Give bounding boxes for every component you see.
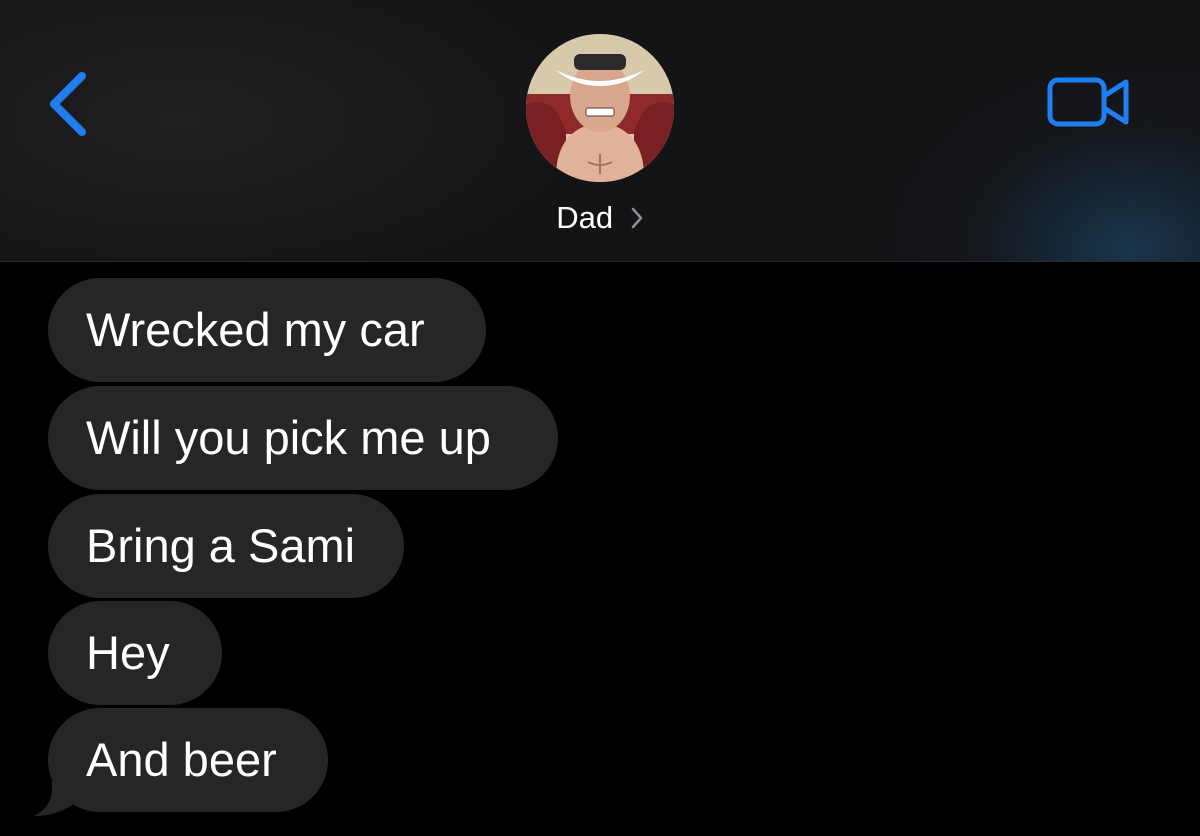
back-button[interactable] <box>44 68 96 140</box>
message-bubble[interactable]: Hey <box>48 601 222 705</box>
contact-name-button[interactable]: Dad <box>0 196 1200 240</box>
message-bubble[interactable]: Wrecked my car <box>48 278 486 382</box>
message-bubble[interactable]: And beer <box>48 708 328 812</box>
conversation-header: Dad <box>0 0 1200 262</box>
message-bubble[interactable]: Bring a Sami <box>48 494 404 598</box>
contact-avatar[interactable] <box>526 34 674 182</box>
avatar-image <box>526 34 674 182</box>
message-list: Wrecked my car Will you pick me up Bring… <box>0 262 1200 836</box>
messages-screen: Dad Wrecked my car Will you pick me up B… <box>0 0 1200 836</box>
message-bubble[interactable]: Will you pick me up <box>48 386 558 490</box>
contact-name: Dad <box>556 200 614 235</box>
video-call-button[interactable] <box>1046 74 1132 130</box>
chevron-right-icon <box>631 207 642 229</box>
video-camera-icon <box>1047 77 1129 127</box>
chevron-left-icon <box>50 72 86 136</box>
